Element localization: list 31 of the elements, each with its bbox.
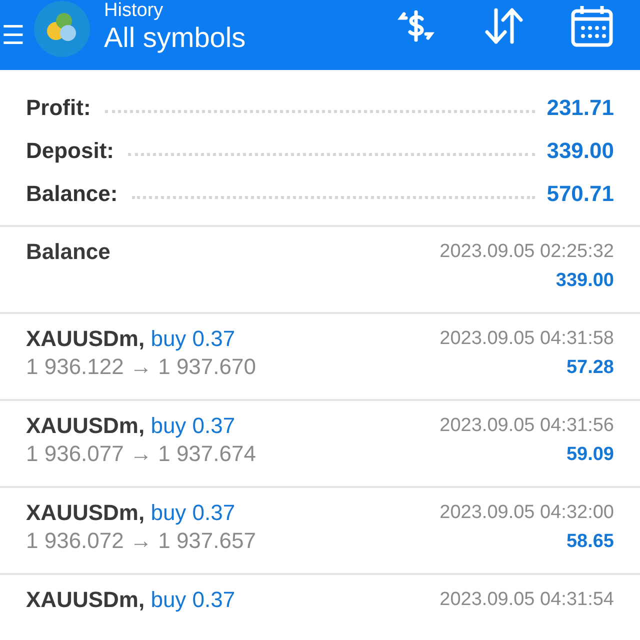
deal-title: Balance <box>26 239 112 265</box>
deal-side: buy 0.37 <box>150 413 236 438</box>
deal-time: 2023.09.05 04:31:54 <box>440 588 614 612</box>
summary-label: Deposit: <box>26 138 114 164</box>
deal-profit: 59.09 <box>565 443 614 467</box>
deal-symbol: XAUUSDm, <box>26 413 145 438</box>
deal-prices: 1 936.122 → 1 937.670 <box>26 354 257 380</box>
deal-side: buy 0.37 <box>150 326 236 351</box>
deal-time: 2023.09.05 02:25:32 <box>440 240 614 264</box>
symbol-filter[interactable]: All symbols <box>104 21 246 55</box>
calendar-icon[interactable] <box>570 4 614 48</box>
summary-value: 339.00 <box>546 138 614 164</box>
deal-time: 2023.09.05 04:31:56 <box>440 414 614 438</box>
deal-profit: 58.65 <box>565 530 614 554</box>
screen-title: History <box>104 1 164 21</box>
summary-label: Profit: <box>26 94 91 120</box>
deal-prices: 1 936.072 → 1 937.657 <box>26 528 257 554</box>
deal-profit: 339.00 <box>554 269 614 293</box>
deal-side: buy 0.37 <box>150 500 236 525</box>
deal-prices: 1 936.077 → 1 937.674 <box>26 441 257 467</box>
deal-side: buy 0.37 <box>150 587 236 612</box>
deal-symbol: XAUUSDm, <box>26 587 145 612</box>
deal-symbol: XAUUSDm, <box>26 326 145 351</box>
app-logo-icon <box>34 1 90 57</box>
summary-value: 570.71 <box>546 180 614 206</box>
deal-time: 2023.09.05 04:31:58 <box>440 327 614 351</box>
deal-symbol: XAUUSDm, <box>26 500 145 525</box>
deal-time: 2023.09.05 04:32:00 <box>440 501 614 525</box>
summary-label: Balance: <box>26 180 118 206</box>
summary-value: 231.71 <box>546 94 614 120</box>
deal-profit: 57.28 <box>565 356 614 380</box>
